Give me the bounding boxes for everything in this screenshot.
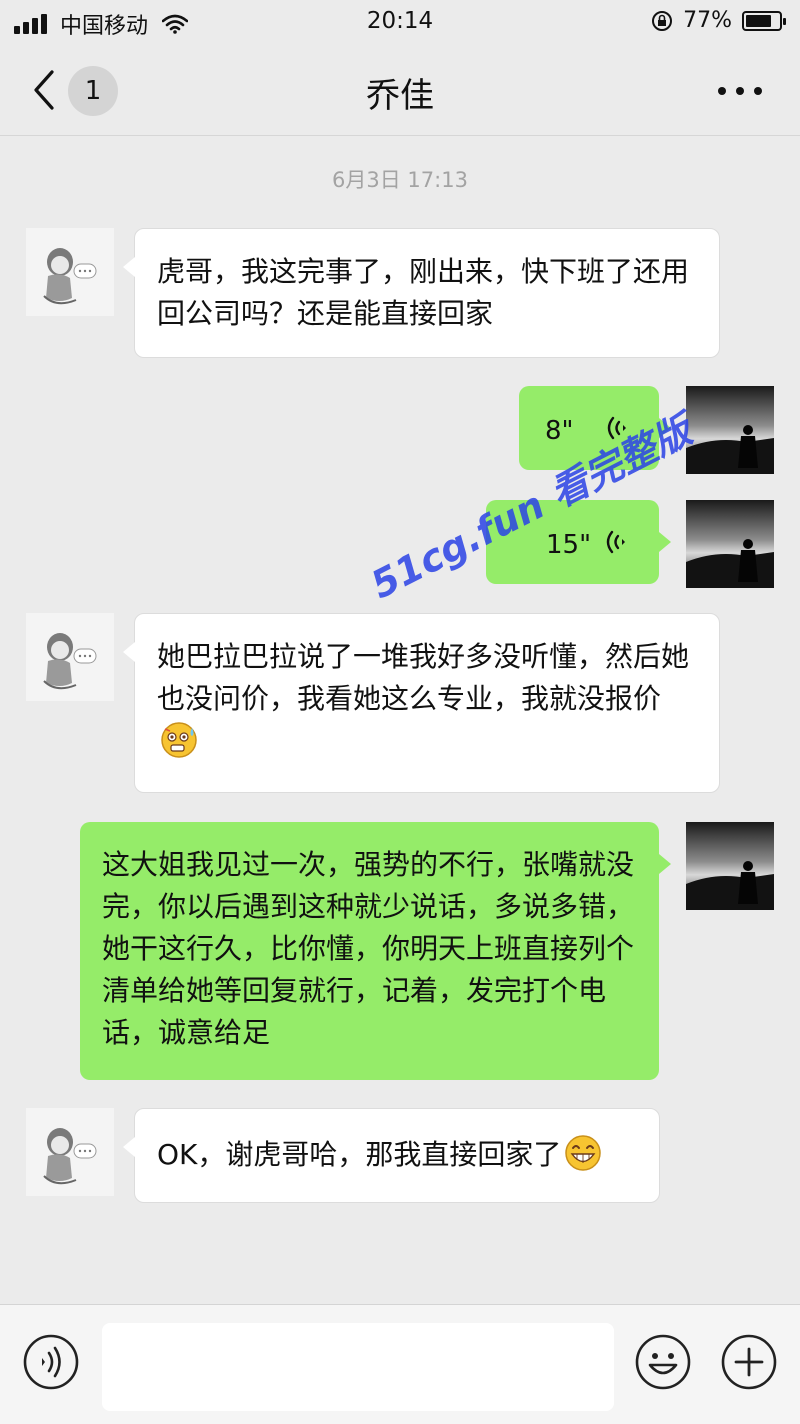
grin-emoji-icon	[565, 1135, 602, 1171]
battery-fill	[746, 14, 771, 27]
contact-avatar[interactable]	[26, 228, 114, 316]
chat-header: 1 乔佳	[0, 46, 800, 136]
contact-avatar[interactable]	[26, 1108, 114, 1196]
message-input[interactable]	[102, 1323, 614, 1411]
message-text: 虎哥，我这完事了，刚出来，快下班了还用回公司吗？还是能直接回家	[157, 255, 690, 330]
rotation-lock-icon	[652, 10, 673, 31]
voice-duration: 8"	[545, 416, 574, 446]
emoji-icon[interactable]	[634, 1333, 692, 1391]
battery-icon	[742, 10, 786, 31]
voice-icon[interactable]	[22, 1333, 80, 1391]
chat-title: 乔佳	[366, 76, 434, 116]
message-bubble-incoming[interactable]: OK，谢虎哥哈，那我直接回家了	[123, 1108, 660, 1203]
battery-percent: 77%	[683, 8, 732, 33]
status-right: 77%	[651, 8, 786, 33]
message-text: OK，谢虎哥哈，那我直接回家了	[157, 1133, 637, 1176]
message-text: 这大姐我见过一次，强势的不行，张嘴就没完，你以后遇到这种就少说话，多说多错，她干…	[102, 848, 635, 1049]
plus-icon[interactable]	[720, 1333, 778, 1391]
more-options-icon[interactable]	[718, 84, 762, 98]
message-timestamp: 6月3日 17:13	[332, 168, 468, 192]
message-bubble-outgoing[interactable]: 这大姐我见过一次，强势的不行，张嘴就没完，你以后遇到这种就少说话，多说多错，她干…	[80, 822, 671, 1080]
my-avatar[interactable]	[686, 822, 774, 910]
message-bubble-incoming[interactable]: 虎哥，我这完事了，刚出来，快下班了还用回公司吗？还是能直接回家	[123, 228, 720, 358]
input-bar	[0, 1304, 800, 1424]
status-bar: 中国移动 20:14 77%	[0, 0, 800, 46]
contact-avatar[interactable]	[26, 613, 114, 701]
message-text-content: OK，谢虎哥哈，那我直接回家了	[157, 1138, 562, 1171]
anxious-sweat-emoji-icon	[161, 722, 197, 758]
